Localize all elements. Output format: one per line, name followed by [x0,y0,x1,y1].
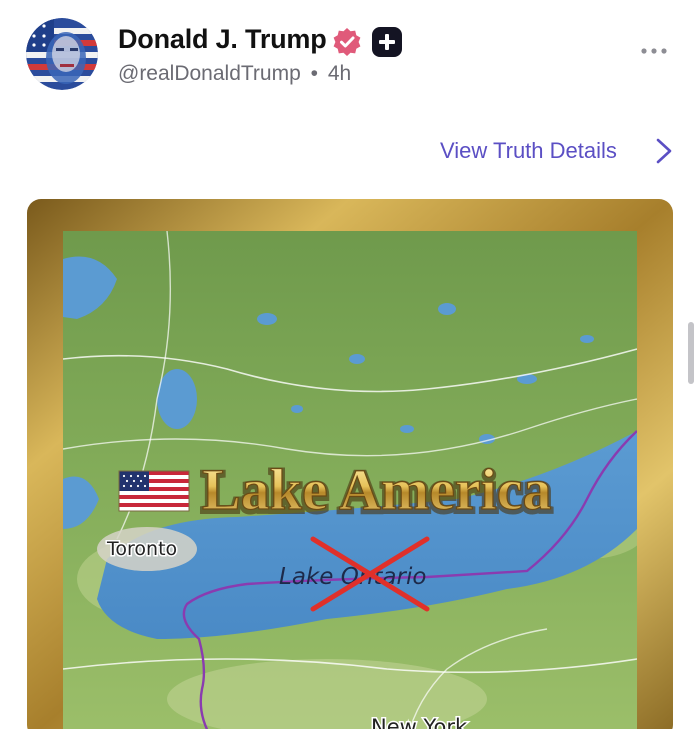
verified-badge-icon [332,27,362,57]
view-truth-details-link[interactable]: View Truth Details [440,136,617,166]
handle[interactable]: @realDonaldTrump [118,62,301,85]
post-image[interactable]: Lake America Lake America Toronto Lake O… [27,199,673,729]
more-horizontal-icon [641,48,667,54]
chevron-right-icon[interactable] [652,136,676,166]
scrollbar-thumb[interactable] [688,322,694,384]
display-name[interactable]: Donald J. Trump [118,24,327,55]
toronto-label: Toronto [106,538,177,560]
timestamp: 4h [327,62,352,85]
new-york-label: New York [371,715,468,729]
separator: • [310,62,318,85]
us-flag-icon [118,470,190,512]
handle-line: @realDonaldTrump • 4h [118,62,351,86]
plus-badge-icon [372,27,402,57]
view-truth-details-label: View Truth Details [440,138,617,163]
avatar[interactable] [26,18,98,90]
post-header: Donald J. Trump @realDonaldTrump • 4h [0,0,700,110]
more-options-button[interactable] [636,38,672,64]
map-title: Lake America [202,457,552,522]
